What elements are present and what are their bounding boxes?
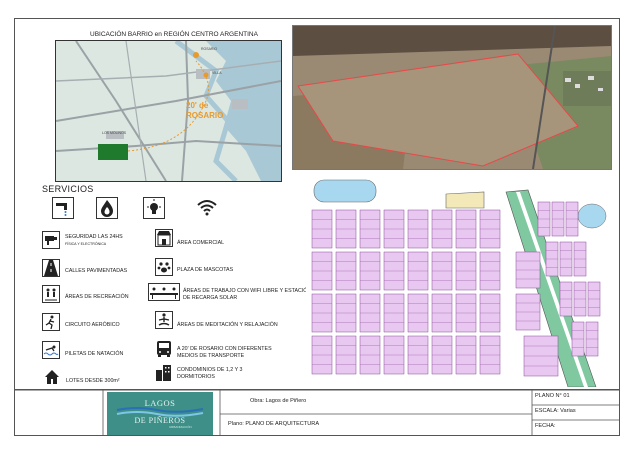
logo-line-2: DE PIÑEROS: [134, 416, 186, 425]
title-block: [15, 389, 619, 436]
meditation-icon: [155, 311, 173, 329]
playground-icon: [42, 285, 60, 303]
service-label-paved: CALLES PAVIMENTADAS: [65, 268, 128, 274]
swimming-pool-icon: [42, 341, 60, 359]
map-distance-label-city: ROSARIO: [186, 111, 224, 120]
services-title: SERVICIOS: [42, 184, 94, 194]
title-obra: Obra: Lagos de Piñero: [250, 398, 307, 404]
title-fecha: FECHA:: [535, 423, 556, 429]
gas-flame-icon: [96, 197, 118, 219]
paved-road-icon: [42, 259, 60, 277]
service-label-lots: LOTES DESDE 300m²: [66, 378, 120, 384]
coworking-icon: [148, 283, 180, 301]
lagos-de-pineros-logo: LAGOS DE PIÑEROS URBANIZACIÓN: [107, 392, 213, 435]
service-label-transport-2: MEDIOS DE TRANSPORTE: [177, 353, 245, 359]
service-label-transport: A 20' DE ROSARIO CON DIFERENTES: [177, 346, 272, 352]
map-distance-label: 20' de: [186, 101, 209, 110]
map-place-villa: VILLA: [212, 71, 222, 75]
pets-icon: [155, 258, 173, 276]
logo-tagline: URBANIZACIÓN: [169, 425, 192, 429]
service-label-condos-2: DORMITORIOS: [177, 374, 215, 380]
service-label-meditation: ÁREAS DE MEDITACIÓN Y RELAJACIÓN: [177, 322, 278, 328]
title-escala: ESCALA: Varias: [535, 408, 576, 414]
service-label-coworking: ÁREAS DE TRABAJO CON WIFI LIBRE Y ESTACI…: [183, 288, 312, 294]
aerial-photo: [292, 25, 612, 170]
security-camera-icon: [42, 231, 60, 249]
faucet-icon: [52, 197, 74, 219]
wifi-icon: [196, 197, 218, 219]
rosario-pin-icon: [193, 52, 199, 58]
title-block-grid: [15, 390, 619, 436]
service-label-coworking-2: DE RECARGA SOLAR: [183, 295, 238, 301]
shop-icon: [155, 229, 173, 247]
lake-east: [577, 203, 607, 229]
map-place-rosario: ROSARIO: [201, 47, 218, 51]
location-map: 20' de ROSARIO ROSARIO VILLA LOS MOLINOS: [55, 40, 282, 182]
neighborhood-location-marker: [98, 144, 128, 160]
master-plan-graphic: [306, 172, 610, 387]
lake-shape: [313, 179, 377, 203]
lightbulb-icon: [143, 197, 165, 219]
house-icon: [44, 369, 62, 387]
service-sublabel-security: FÍSICA Y ELECTRÓNICA: [65, 242, 107, 246]
title-plano: Plano: PLANO DE ARQUITECTURA: [228, 421, 320, 427]
service-label-condos: CONDOMINIOS DE 1,2 Y 3: [177, 367, 243, 373]
map-title: UBICACIÓN BARRIO en REGIÓN CENTRO ARGENT…: [90, 31, 258, 38]
title-plano-num: PLANO N° 01: [535, 393, 570, 399]
service-label-commercial: ÁREA COMERCIAL: [177, 240, 225, 246]
running-icon: [42, 313, 60, 331]
villa-pin-icon: [203, 72, 209, 78]
service-label-pets: PLAZA DE MASCOTAS: [177, 267, 234, 273]
service-label-recreation: ÁREAS DE RECREACIÓN: [65, 294, 129, 300]
bus-icon: [155, 340, 173, 358]
master-plan: [306, 172, 610, 387]
map-place-molinos: LOS MOLINOS: [102, 131, 127, 135]
service-label-security: SEGURIDAD LAS 24HS: [65, 234, 123, 240]
location-map-graphic: [56, 41, 281, 181]
service-label-pools: PILETAS DE NATACIÓN: [65, 351, 124, 357]
buildings-icon: [155, 364, 173, 382]
commercial-area: [445, 191, 485, 209]
aerial-photo-graphic: [293, 26, 611, 169]
service-label-aerobic: CIRCUITO AERÓBICO: [65, 322, 120, 328]
